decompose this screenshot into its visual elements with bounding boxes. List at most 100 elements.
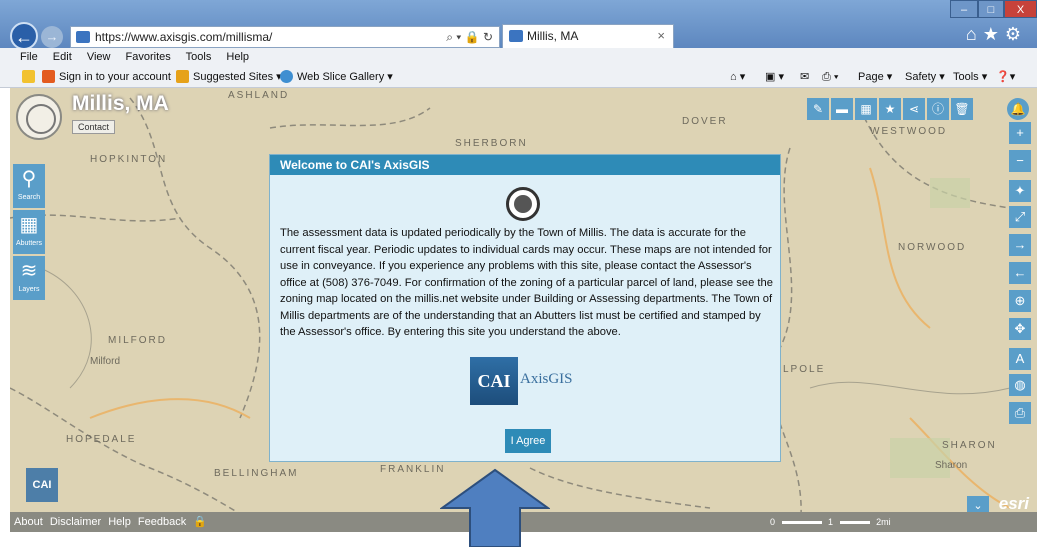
print-icon[interactable]: ⎙ ▾: [822, 66, 838, 88]
address-actions[interactable]: ⌕ ▾ 🔒 ↻: [446, 27, 493, 47]
maximize-button[interactable]: □: [978, 0, 1004, 18]
layers-tool-button[interactable]: ≋ Layers: [13, 256, 45, 300]
feedback-link[interactable]: Feedback: [138, 516, 186, 528]
zoom-in-icon[interactable]: +: [1009, 122, 1031, 144]
notification-bell-icon[interactable]: 🔔: [1007, 98, 1029, 120]
zoom-out-icon[interactable]: −: [1009, 150, 1031, 172]
web-slice-icon: [280, 70, 293, 83]
feeds-icon[interactable]: ▣ ▾: [765, 66, 784, 88]
address-url: https://www.axisgis.com/millisma/: [95, 30, 273, 44]
search-icon[interactable]: ⌕: [446, 30, 453, 44]
draw-pencil-icon[interactable]: ✎: [807, 98, 829, 120]
layers-icon: ≋: [20, 260, 38, 282]
close-tab-icon[interactable]: ×: [657, 25, 665, 47]
microsoft-icon: [42, 70, 55, 83]
pointer-arrow-icon: [440, 468, 550, 547]
browser-toolbar-icons: ⌂★⚙: [966, 24, 1027, 45]
welcome-dialog: Welcome to CAI's AxisGIS The assessment …: [269, 154, 781, 462]
share-icon[interactable]: ⋖: [903, 98, 925, 120]
tab-millis[interactable]: Millis, MA ×: [502, 24, 674, 48]
mail-icon[interactable]: ✉: [800, 66, 809, 88]
print-map-icon[interactable]: ⎙: [1009, 402, 1031, 424]
cai-logo-small: CAI: [26, 468, 58, 502]
menu-file[interactable]: File: [20, 51, 38, 63]
address-bar[interactable]: https://www.axisgis.com/millisma/ ⌕ ▾ 🔒 …: [70, 26, 500, 48]
menu-view[interactable]: View: [87, 51, 111, 63]
fav-suggested-sites[interactable]: Suggested Sites ▾: [176, 66, 282, 88]
place-label: BELLINGHAM: [214, 468, 299, 479]
full-extent-icon[interactable]: ⤢: [1009, 206, 1031, 228]
place-label: HOPEDALE: [66, 434, 137, 445]
place-label: Milford: [90, 356, 121, 367]
scale-bar: 0 1 2mi: [770, 512, 895, 532]
contact-button[interactable]: Contact: [72, 120, 116, 134]
grid-icon: ▦: [19, 214, 39, 236]
settings-gear-icon[interactable]: ⚙: [1005, 24, 1027, 44]
measure-icon[interactable]: ▬: [831, 98, 853, 120]
cai-logo-box: CAI: [470, 357, 518, 405]
favorites-add-icon[interactable]: [22, 66, 39, 88]
back-arrow-icon[interactable]: ←: [10, 22, 38, 50]
help-icon[interactable]: ❓▾: [996, 66, 1015, 88]
town-seal-icon: [16, 94, 62, 140]
place-label: SHERBORN: [455, 138, 528, 149]
tab-favicon-icon: [509, 30, 523, 42]
i-agree-button[interactable]: I Agree: [505, 429, 551, 453]
dialog-title: Welcome to CAI's AxisGIS: [270, 155, 780, 175]
place-label: FRANKLIN: [380, 464, 446, 475]
abutters-tool-button[interactable]: ▦ Abutters: [13, 210, 45, 254]
disclaimer-link[interactable]: Disclaimer: [50, 516, 101, 528]
tools-menu[interactable]: Tools ▾: [953, 66, 987, 88]
place-label: SHARON: [942, 440, 997, 451]
menu-help[interactable]: Help: [226, 51, 249, 63]
home-menu-icon[interactable]: ⌂ ▾: [730, 66, 745, 88]
home-icon[interactable]: ⌂: [966, 24, 983, 44]
page-menu[interactable]: Page ▾: [858, 66, 892, 88]
label-text-icon[interactable]: A: [1009, 348, 1031, 370]
previous-extent-icon[interactable]: ←: [1009, 262, 1031, 284]
menu-favorites[interactable]: Favorites: [126, 51, 171, 63]
minimize-button[interactable]: –: [950, 0, 978, 18]
top-toolbar: ✎ ▬ ▦ ★ ⋖ ⓘ 🗑 🔔: [807, 98, 1037, 120]
close-window-button[interactable]: X: [1004, 0, 1037, 18]
fav-sign-in[interactable]: Sign in to your account: [42, 66, 171, 88]
fav-web-slice-label: Web Slice Gallery ▾: [297, 71, 393, 83]
search-tool-button[interactable]: ⚲ Search: [13, 164, 45, 208]
place-label: Sharon: [935, 460, 968, 471]
axisgis-logo-text: AxisGIS: [520, 371, 573, 387]
town-header: Millis, MA Contact: [10, 88, 240, 148]
next-extent-icon[interactable]: →: [1009, 234, 1031, 256]
safety-menu[interactable]: Safety ▾: [905, 66, 945, 88]
menu-tools[interactable]: Tools: [186, 51, 212, 63]
layers-tool-label: Layers: [18, 286, 40, 293]
place-label: NORWOOD: [898, 242, 967, 253]
scale-label: 0: [770, 517, 776, 527]
info-icon[interactable]: ⓘ: [927, 98, 949, 120]
forward-arrow-icon[interactable]: →: [41, 26, 63, 48]
fav-sign-in-label: Sign in to your account: [59, 71, 171, 83]
bookmark-star-icon[interactable]: ★: [879, 98, 901, 120]
fav-suggested-label: Suggested Sites ▾: [193, 71, 282, 83]
scale-label: 2mi: [876, 517, 891, 527]
locate-icon[interactable]: ✦: [1009, 180, 1031, 202]
lock-icon[interactable]: 🔒: [465, 30, 480, 44]
cai-axisgis-logo: CAI AxisGIS: [470, 357, 590, 407]
search-tool-label: Search: [17, 194, 41, 201]
town-title: Millis, MA: [72, 92, 169, 115]
grid-view-icon[interactable]: ▦: [855, 98, 877, 120]
town-seal-icon: [506, 187, 540, 221]
trash-icon[interactable]: 🗑: [951, 98, 973, 120]
refresh-icon[interactable]: ↻: [483, 30, 493, 44]
pan-icon[interactable]: ✥: [1009, 318, 1031, 340]
zoom-box-icon[interactable]: ⊕: [1009, 290, 1031, 312]
menu-edit[interactable]: Edit: [53, 51, 72, 63]
place-label: HOPKINTON: [90, 154, 168, 165]
favorites-star-icon[interactable]: ★: [983, 24, 1005, 44]
menu-bar: File Edit View Favorites Tools Help: [0, 48, 1037, 66]
site-favicon-icon: [76, 31, 90, 43]
help-link[interactable]: Help: [108, 516, 131, 528]
fav-web-slice[interactable]: Web Slice Gallery ▾: [280, 66, 393, 88]
lock-icon[interactable]: 🔒: [193, 516, 207, 528]
about-link[interactable]: About: [14, 516, 43, 528]
globe-icon[interactable]: ◍: [1009, 374, 1031, 396]
